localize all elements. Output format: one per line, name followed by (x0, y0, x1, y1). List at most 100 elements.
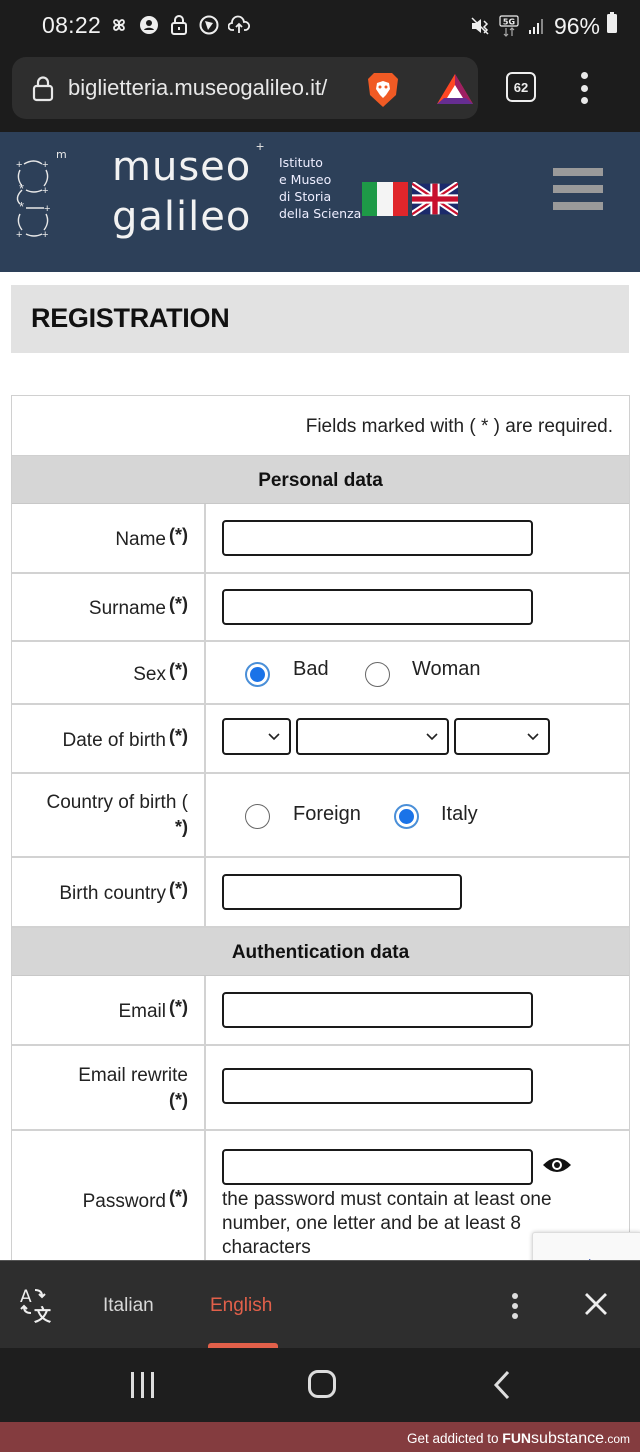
pinwheel-icon (108, 14, 130, 36)
label-text: Password (82, 1191, 166, 1212)
english-flag-icon[interactable] (410, 181, 460, 217)
chevron-down-icon (268, 733, 280, 741)
chevron-down-icon (426, 733, 438, 741)
italian-flag-icon[interactable] (362, 182, 408, 216)
logo-line-2: galileo (112, 194, 252, 240)
label-text: Surname (88, 598, 166, 619)
logo-plus: + (256, 138, 265, 154)
required-mark: (*) (169, 525, 188, 545)
recent-apps-icon (141, 1372, 144, 1398)
lock-icon[interactable] (32, 76, 54, 107)
translate-icon[interactable]: A 文 (18, 1285, 58, 1330)
tab-switcher-button[interactable]: 62 (506, 72, 536, 102)
section-authentication-data: Authentication data (12, 928, 629, 976)
bat-rewards-icon[interactable] (436, 73, 474, 110)
translate-close-icon[interactable] (584, 1292, 608, 1321)
show-password-eye-icon[interactable] (542, 1155, 572, 1180)
dob-month-select[interactable] (296, 718, 449, 755)
browser-toolbar: biglietteria.museogalileo.it/ 62 (0, 56, 640, 132)
svg-text:+: + (16, 229, 22, 240)
sex-option-woman-radio[interactable] (365, 662, 390, 687)
svg-text:5G: 5G (503, 18, 515, 27)
dot-icon (512, 1313, 518, 1319)
dot-icon (580, 84, 588, 92)
translate-target-tab[interactable]: English (210, 1295, 272, 1317)
surname-input[interactable] (222, 589, 533, 625)
browser-menu-button[interactable] (576, 72, 592, 104)
dob-day-select[interactable] (222, 718, 291, 755)
svg-text:+: + (42, 229, 48, 240)
birth-country-input[interactable] (222, 874, 462, 910)
section-title: Authentication data (231, 942, 410, 963)
dot-icon (512, 1303, 518, 1309)
label-text: Name (115, 529, 166, 550)
vpn-icon (198, 14, 220, 36)
required-mark: (*) (169, 997, 188, 1017)
svg-text:+: + (42, 159, 48, 171)
sex-option-woman-label[interactable]: Woman (412, 658, 481, 681)
page-title: REGISTRATION (31, 303, 230, 333)
required-mark: (*) (169, 659, 188, 680)
page-title-bar: REGISTRATION (11, 285, 629, 353)
institute-name: Istituto e Museo di Storia della Scienza (279, 154, 361, 222)
svg-text:*: * (19, 199, 24, 214)
svg-text:A: A (20, 1287, 32, 1307)
recent-apps-button[interactable] (131, 1372, 154, 1398)
watermark-text: Get addicted to FUNsubstance.com (407, 1430, 630, 1448)
label-text: Date of birth (62, 729, 167, 751)
5g-icon: 5G (498, 15, 520, 37)
required-mark: (*) (169, 879, 188, 899)
tab-count: 62 (513, 79, 529, 95)
field-row-sex: Sex (*) Bad Woman (12, 642, 629, 705)
translate-bar: A 文 Italian English (0, 1260, 640, 1349)
country-foreign-radio[interactable] (245, 804, 270, 829)
field-control (206, 858, 629, 926)
translate-source-tab[interactable]: Italian (103, 1295, 154, 1317)
home-button[interactable] (308, 1370, 336, 1398)
status-bar: 08:22 5G 96% (0, 0, 640, 56)
sex-option-bad-radio[interactable] (245, 662, 270, 687)
address-bar[interactable]: biglietteria.museogalileo.it/ (12, 57, 478, 119)
chevron-down-icon (527, 733, 539, 741)
country-italy-radio[interactable] (394, 804, 419, 829)
institute-line: e Museo (279, 172, 332, 187)
translate-more-button[interactable] (510, 1293, 520, 1319)
name-input[interactable] (222, 520, 533, 556)
field-control (206, 504, 629, 572)
banner-prefix: Get addicted to (406, 1431, 503, 1446)
password-input[interactable] (222, 1149, 533, 1185)
field-label: Name (*) (12, 504, 206, 572)
battery-icon (606, 12, 618, 40)
signal-icon (526, 15, 548, 37)
field-control: Bad Woman (206, 642, 629, 703)
back-button[interactable] (492, 1370, 512, 1405)
email-rewrite-input[interactable] (222, 1068, 533, 1104)
field-row-country-of-birth: Country of birth ( *) Foreign Italy (12, 774, 629, 858)
url-text[interactable]: biglietteria.museogalileo.it/ (68, 75, 327, 101)
field-label: Email (*) (12, 976, 206, 1044)
brave-lion-icon[interactable] (366, 71, 400, 114)
dot-icon (580, 72, 588, 79)
svg-text:文: 文 (34, 1305, 52, 1325)
site-menu-button[interactable] (553, 168, 603, 210)
label-text: Country of birth ( (46, 792, 189, 813)
country-foreign-label[interactable]: Foreign (293, 803, 361, 826)
required-note-row: Fields marked with ( * ) are required. (12, 396, 629, 456)
svg-text:m: m (56, 148, 67, 161)
field-control (206, 574, 629, 640)
field-row-birth-country: Birth country (*) (12, 858, 629, 928)
account-circle-icon (138, 14, 160, 36)
menu-bar-icon (553, 185, 603, 193)
galileo-logo-icon[interactable]: m + + * + * + + + (10, 140, 80, 245)
section-title: Personal data (258, 470, 383, 491)
sex-option-bad-label[interactable]: Bad (293, 658, 329, 681)
dob-year-select[interactable] (454, 718, 550, 755)
required-note: Fields marked with ( * ) are required. (305, 416, 613, 437)
banner-suffix: .com (603, 1432, 630, 1446)
site-logo-text[interactable]: museo galileo (112, 142, 251, 242)
field-label: Password (*) (12, 1131, 206, 1269)
field-label: Birth country (*) (12, 858, 206, 926)
email-input[interactable] (222, 992, 533, 1028)
menu-bar-icon (553, 202, 603, 210)
country-italy-label[interactable]: Italy (441, 803, 478, 826)
